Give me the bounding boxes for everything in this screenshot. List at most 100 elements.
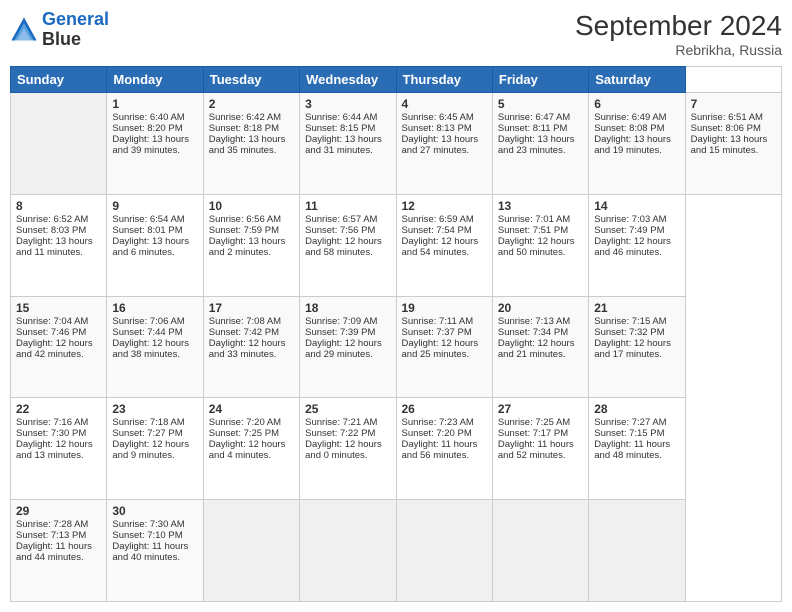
calendar-cell: 12Sunrise: 6:59 AMSunset: 7:54 PMDayligh… (396, 194, 492, 296)
day-info: Sunset: 7:32 PM (594, 327, 679, 338)
calendar-cell: 23Sunrise: 7:18 AMSunset: 7:27 PMDayligh… (107, 398, 203, 500)
day-info: and 25 minutes. (402, 349, 487, 360)
day-info: Sunset: 7:15 PM (594, 428, 679, 439)
day-info: and 58 minutes. (305, 247, 390, 258)
day-info: Daylight: 13 hours (594, 134, 679, 145)
calendar-header-row: SundayMondayTuesdayWednesdayThursdayFrid… (11, 67, 782, 93)
calendar-week-row: 22Sunrise: 7:16 AMSunset: 7:30 PMDayligh… (11, 398, 782, 500)
day-info: Sunset: 8:15 PM (305, 123, 390, 134)
calendar-week-row: 1Sunrise: 6:40 AMSunset: 8:20 PMDaylight… (11, 93, 782, 195)
day-info: Sunset: 7:10 PM (112, 530, 197, 541)
day-info: Sunrise: 6:49 AM (594, 112, 679, 123)
day-info: Sunrise: 7:01 AM (498, 214, 583, 225)
day-number: 3 (305, 97, 390, 111)
day-number: 8 (16, 199, 101, 213)
day-info: and 54 minutes. (402, 247, 487, 258)
day-info: Sunset: 8:13 PM (402, 123, 487, 134)
calendar-cell: 4Sunrise: 6:45 AMSunset: 8:13 PMDaylight… (396, 93, 492, 195)
day-info: Sunrise: 7:11 AM (402, 316, 487, 327)
logo-icon (10, 16, 38, 44)
calendar-cell: 18Sunrise: 7:09 AMSunset: 7:39 PMDayligh… (300, 296, 396, 398)
day-info: Daylight: 12 hours (305, 236, 390, 247)
logo-line1: General (42, 9, 109, 29)
day-info: Daylight: 12 hours (498, 338, 583, 349)
day-info: and 38 minutes. (112, 349, 197, 360)
day-info: Sunset: 7:56 PM (305, 225, 390, 236)
day-info: and 56 minutes. (402, 450, 487, 461)
day-info: Daylight: 12 hours (16, 338, 101, 349)
day-info: Sunset: 8:11 PM (498, 123, 583, 134)
day-info: Sunrise: 7:30 AM (112, 519, 197, 530)
day-info: and 48 minutes. (594, 450, 679, 461)
day-info: and 39 minutes. (112, 145, 197, 156)
day-info: Sunrise: 7:08 AM (209, 316, 294, 327)
day-info: Daylight: 13 hours (209, 236, 294, 247)
day-info: Sunrise: 7:13 AM (498, 316, 583, 327)
day-number: 18 (305, 301, 390, 315)
day-info: Sunrise: 6:54 AM (112, 214, 197, 225)
calendar-cell: 10Sunrise: 6:56 AMSunset: 7:59 PMDayligh… (203, 194, 299, 296)
calendar-week-row: 15Sunrise: 7:04 AMSunset: 7:46 PMDayligh… (11, 296, 782, 398)
day-info: Sunrise: 7:06 AM (112, 316, 197, 327)
calendar-cell: 13Sunrise: 7:01 AMSunset: 7:51 PMDayligh… (492, 194, 588, 296)
day-info: and 44 minutes. (16, 552, 101, 563)
day-info: Sunset: 7:20 PM (402, 428, 487, 439)
calendar-cell: 27Sunrise: 7:25 AMSunset: 7:17 PMDayligh… (492, 398, 588, 500)
day-info: and 6 minutes. (112, 247, 197, 258)
day-number: 17 (209, 301, 294, 315)
day-info: Sunset: 7:13 PM (16, 530, 101, 541)
day-number: 21 (594, 301, 679, 315)
day-info: Sunrise: 7:27 AM (594, 417, 679, 428)
calendar-cell: 26Sunrise: 7:23 AMSunset: 7:20 PMDayligh… (396, 398, 492, 500)
day-info: Sunset: 7:42 PM (209, 327, 294, 338)
day-info: Sunset: 7:30 PM (16, 428, 101, 439)
day-number: 16 (112, 301, 197, 315)
day-info: Daylight: 13 hours (112, 134, 197, 145)
calendar-cell: 19Sunrise: 7:11 AMSunset: 7:37 PMDayligh… (396, 296, 492, 398)
day-info: Sunrise: 7:20 AM (209, 417, 294, 428)
calendar-cell: 17Sunrise: 7:08 AMSunset: 7:42 PMDayligh… (203, 296, 299, 398)
day-info: Sunrise: 7:03 AM (594, 214, 679, 225)
calendar-cell: 25Sunrise: 7:21 AMSunset: 7:22 PMDayligh… (300, 398, 396, 500)
day-info: Sunrise: 7:25 AM (498, 417, 583, 428)
day-info: and 52 minutes. (498, 450, 583, 461)
day-info: Sunrise: 6:57 AM (305, 214, 390, 225)
day-info: Daylight: 12 hours (305, 439, 390, 450)
calendar-day-header: Wednesday (300, 67, 396, 93)
day-info: Daylight: 11 hours (112, 541, 197, 552)
day-info: Daylight: 12 hours (16, 439, 101, 450)
calendar-day-header: Saturday (589, 67, 685, 93)
day-info: Daylight: 11 hours (498, 439, 583, 450)
day-info: Sunrise: 7:21 AM (305, 417, 390, 428)
day-info: and 9 minutes. (112, 450, 197, 461)
day-info: and 11 minutes. (16, 247, 101, 258)
logo-text: General Blue (42, 10, 109, 50)
day-info: Sunrise: 7:16 AM (16, 417, 101, 428)
calendar-day-header: Friday (492, 67, 588, 93)
day-info: Sunset: 7:34 PM (498, 327, 583, 338)
day-info: Sunrise: 6:56 AM (209, 214, 294, 225)
day-info: Sunrise: 6:40 AM (112, 112, 197, 123)
day-number: 19 (402, 301, 487, 315)
day-info: and 29 minutes. (305, 349, 390, 360)
day-info: Daylight: 13 hours (209, 134, 294, 145)
day-number: 15 (16, 301, 101, 315)
day-info: and 4 minutes. (209, 450, 294, 461)
calendar-cell (492, 500, 588, 602)
day-info: Sunrise: 6:44 AM (305, 112, 390, 123)
day-info: Daylight: 12 hours (594, 236, 679, 247)
day-number: 6 (594, 97, 679, 111)
day-info: Sunset: 7:46 PM (16, 327, 101, 338)
day-info: and 31 minutes. (305, 145, 390, 156)
day-info: Daylight: 13 hours (16, 236, 101, 247)
day-info: Sunrise: 7:15 AM (594, 316, 679, 327)
calendar-cell (589, 500, 685, 602)
calendar-cell: 5Sunrise: 6:47 AMSunset: 8:11 PMDaylight… (492, 93, 588, 195)
day-number: 12 (402, 199, 487, 213)
day-number: 26 (402, 402, 487, 416)
calendar-cell: 22Sunrise: 7:16 AMSunset: 7:30 PMDayligh… (11, 398, 107, 500)
day-info: Daylight: 12 hours (402, 236, 487, 247)
day-info: Sunset: 7:39 PM (305, 327, 390, 338)
day-info: and 42 minutes. (16, 349, 101, 360)
calendar-cell (300, 500, 396, 602)
